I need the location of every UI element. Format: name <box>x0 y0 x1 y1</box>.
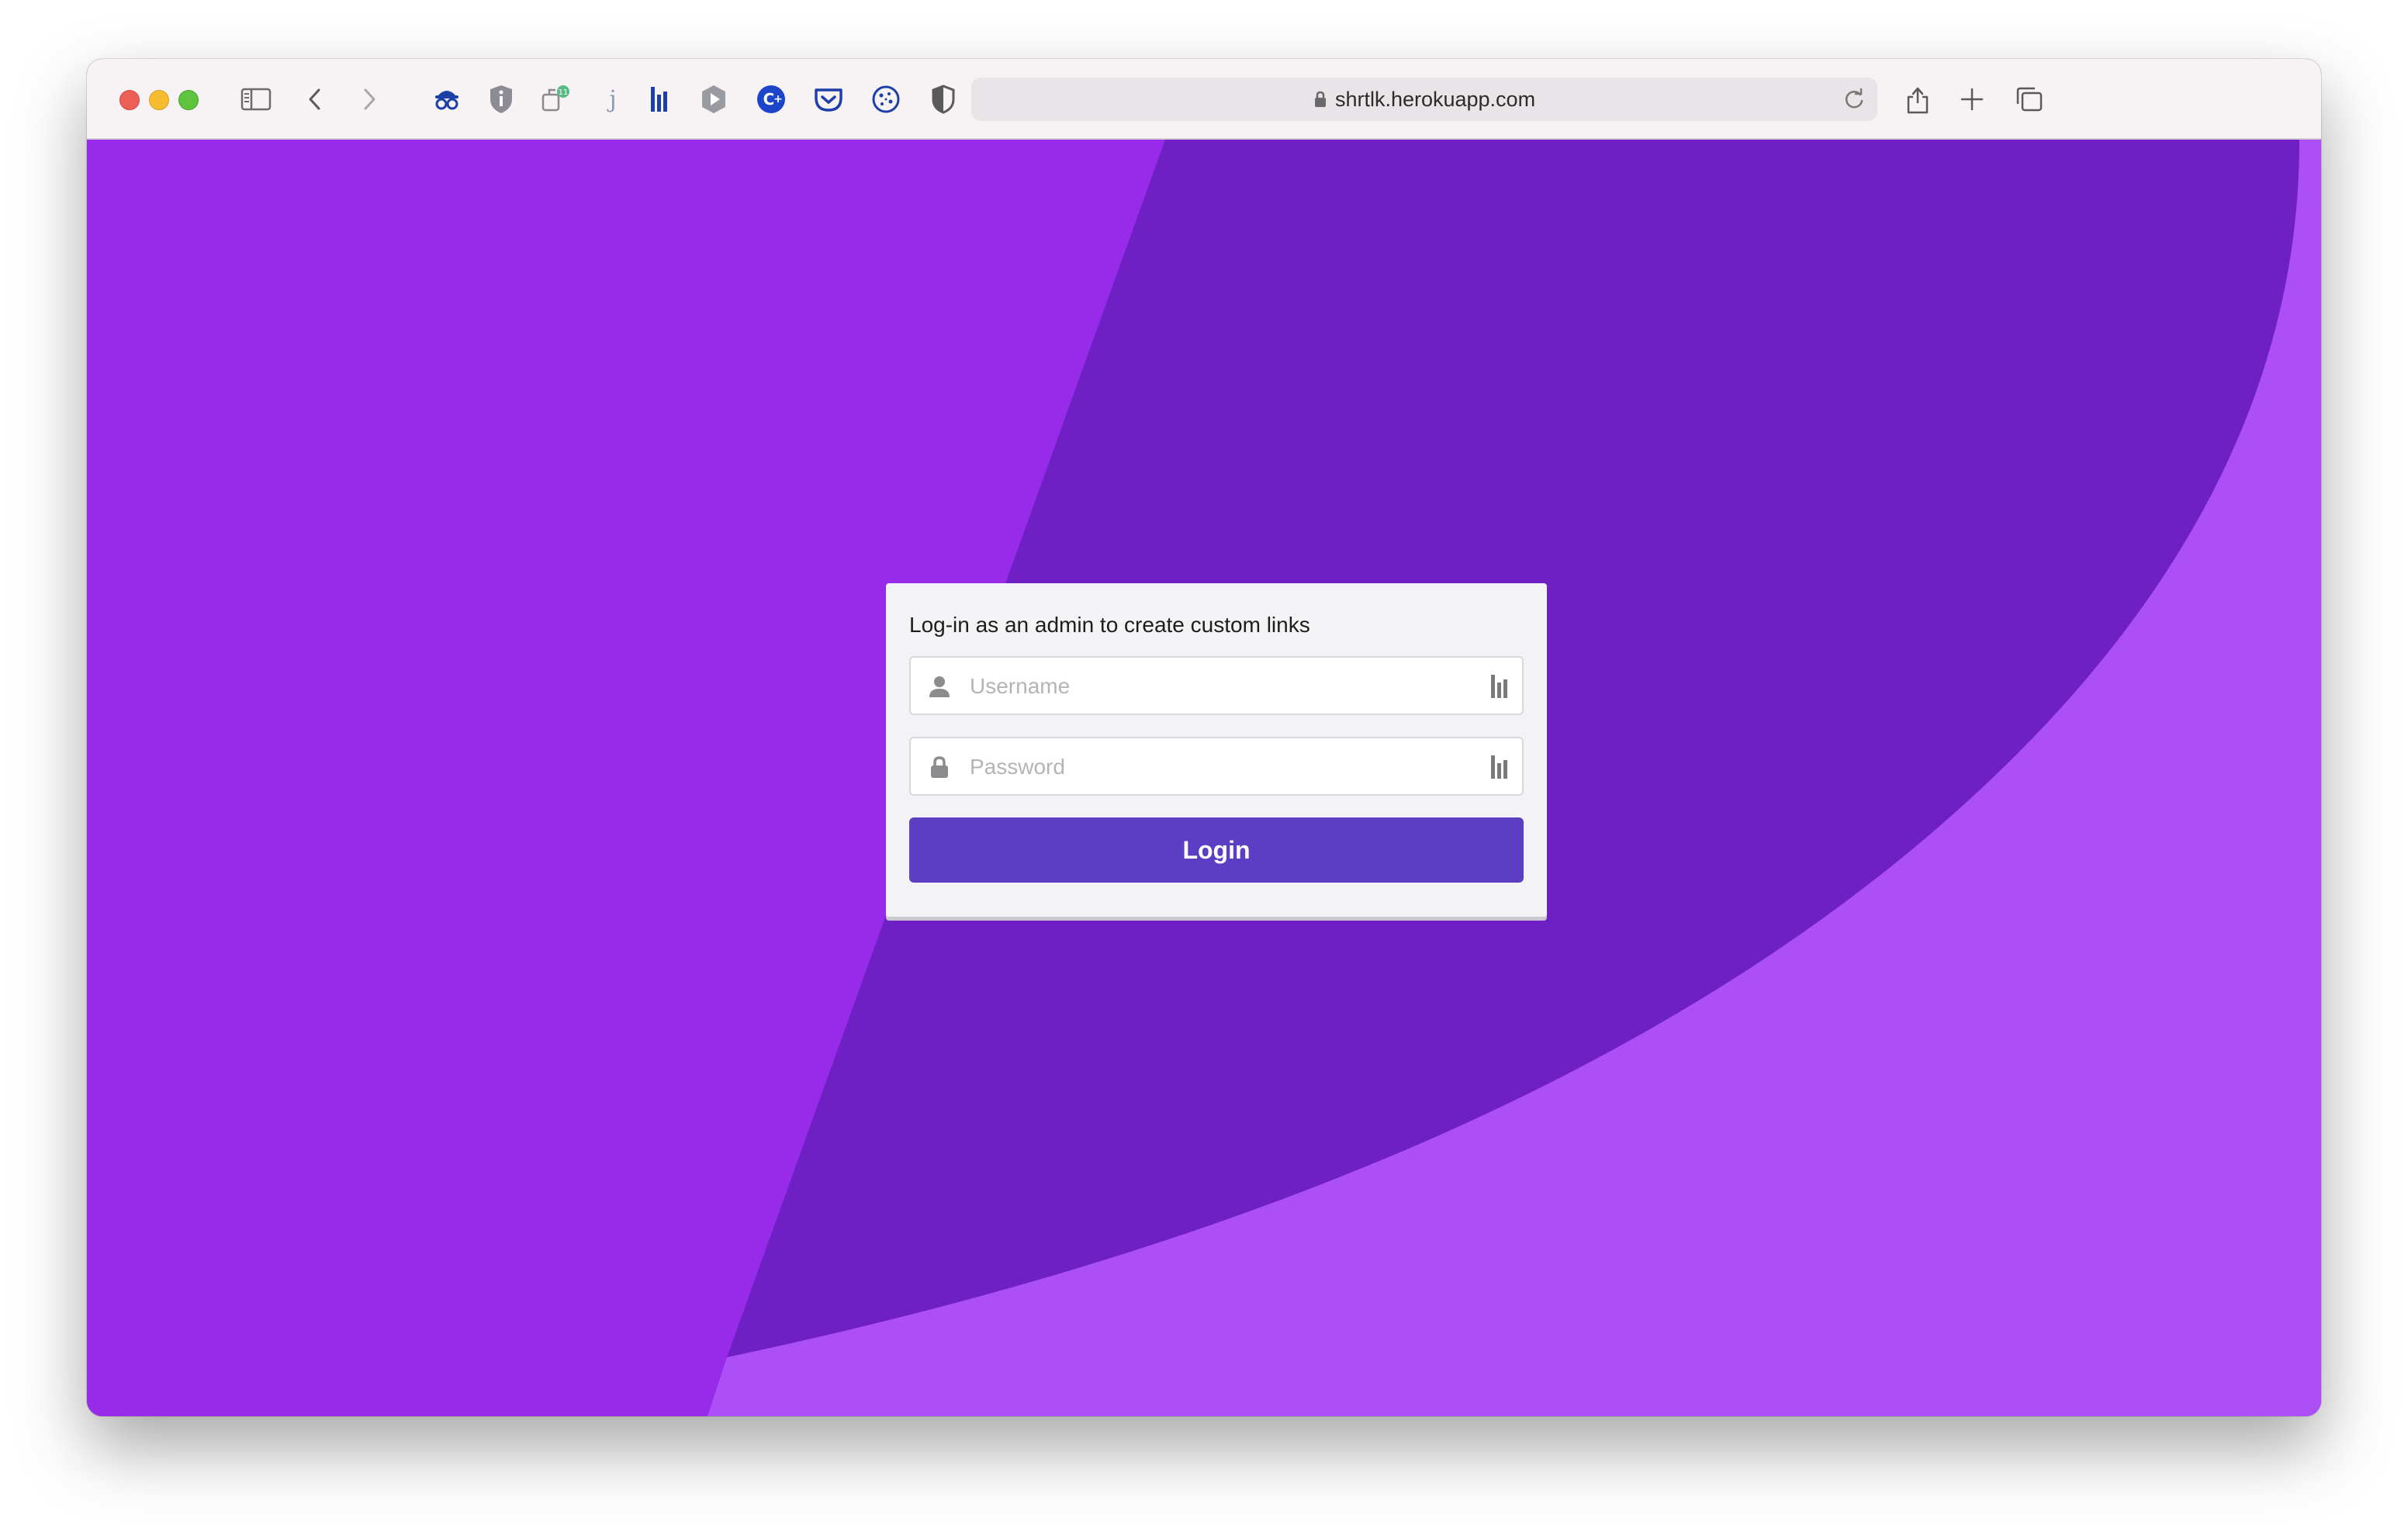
browser-toolbar: 11 j C + shrtlk.herokuapp.com <box>87 59 2321 140</box>
password-manager-icon[interactable] <box>1488 673 1511 700</box>
privacy-shield-icon[interactable] <box>925 81 962 118</box>
lock-icon <box>928 755 951 779</box>
extension-badge-icon[interactable]: 11 <box>537 81 574 118</box>
info-shield-extension-icon[interactable] <box>483 81 520 118</box>
pocket-icon[interactable] <box>810 81 847 118</box>
cookie-icon[interactable] <box>867 81 905 118</box>
j-extension-icon[interactable]: j <box>594 81 631 118</box>
new-tab-icon[interactable] <box>1953 81 1991 118</box>
svg-text:11: 11 <box>559 88 569 97</box>
maximize-window-button[interactable] <box>178 90 199 110</box>
minimize-window-button[interactable] <box>149 90 169 110</box>
sidebar-icon[interactable] <box>237 81 275 118</box>
username-input[interactable] <box>968 658 1468 715</box>
user-icon <box>928 675 951 698</box>
forward-icon[interactable] <box>351 81 388 118</box>
reload-icon[interactable] <box>1842 87 1867 112</box>
url-text: shrtlk.herokuapp.com <box>1334 87 1536 111</box>
password-manager-icon[interactable] <box>1488 754 1511 780</box>
share-icon[interactable] <box>1899 81 1936 118</box>
close-window-button[interactable] <box>119 90 140 110</box>
address-bar[interactable]: shrtlk.herokuapp.com <box>971 78 1877 121</box>
page-content: Log-in as an admin to create custom link… <box>87 140 2321 1416</box>
username-field-container <box>909 656 1524 715</box>
svg-text:j: j <box>607 86 616 113</box>
bitwarden-bars-icon[interactable] <box>641 81 678 118</box>
play-extension-icon[interactable] <box>695 81 732 118</box>
spy-extension-icon[interactable] <box>428 81 465 118</box>
browser-window: 11 j C + shrtlk.herokuapp.com Log-in as … <box>87 59 2321 1416</box>
svg-text:+: + <box>773 93 783 105</box>
login-card-title: Log-in as an admin to create custom link… <box>909 613 1310 637</box>
login-card: Log-in as an admin to create custom link… <box>886 583 1547 917</box>
back-icon[interactable] <box>296 81 334 118</box>
tab-overview-icon[interactable] <box>2011 81 2048 118</box>
password-field-container <box>909 737 1524 796</box>
password-input[interactable] <box>968 738 1468 796</box>
c-plus-extension-icon[interactable]: C + <box>752 81 790 118</box>
lock-icon <box>1313 90 1327 109</box>
login-button[interactable]: Login <box>909 817 1524 883</box>
